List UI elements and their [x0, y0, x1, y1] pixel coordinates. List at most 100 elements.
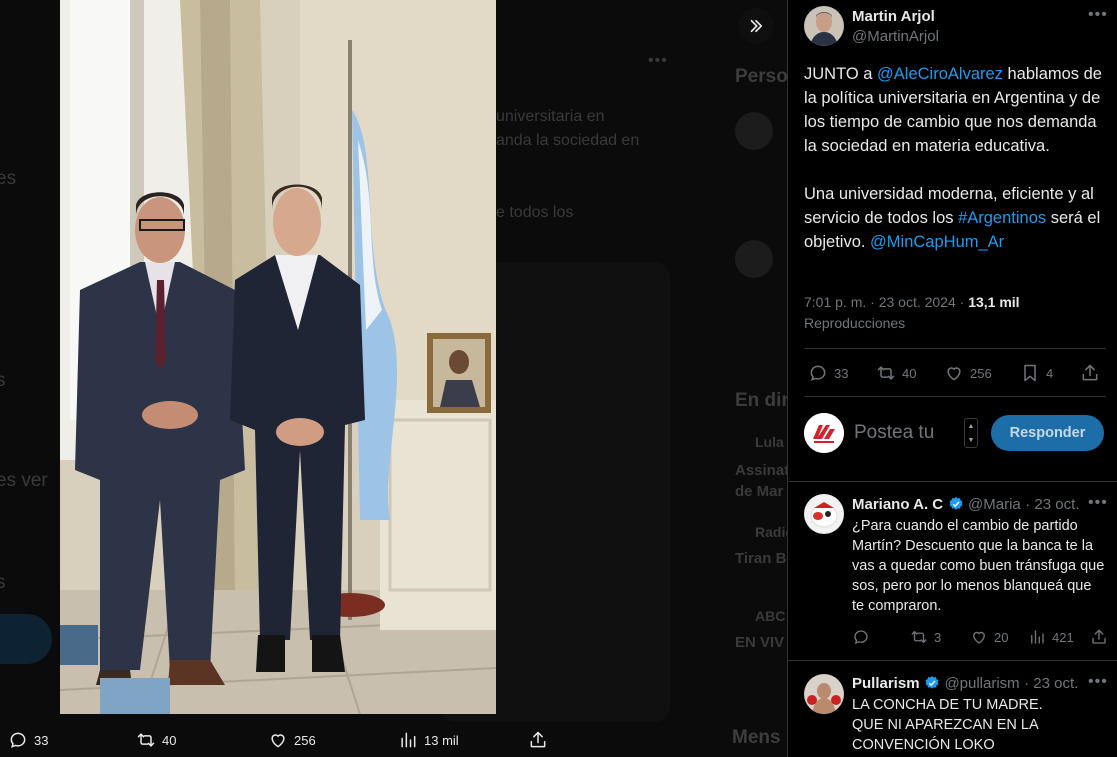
author-avatar[interactable] [804, 6, 844, 46]
reply-header: Mariano A. C @Maria · 23 oct. [852, 496, 1079, 514]
bg-avatar [735, 112, 773, 150]
bg-left-text: s [0, 370, 6, 391]
media-reply-count: 33 [34, 732, 49, 748]
author-name[interactable]: Martin Arjol [852, 8, 935, 25]
reply-text: LA CONCHA DE TU MADRE. QUE NI APAREZCAN … [852, 695, 1106, 755]
bg-snippet: universitaria en [496, 108, 605, 125]
reply-repost-count: 3 [934, 629, 942, 645]
bookmark-button[interactable]: 4 [1020, 363, 1053, 383]
media-reply-button[interactable]: 33 [8, 730, 48, 750]
reply-text: ¿Para cuando el cambio de partido Martín… [852, 518, 1105, 614]
reply-author-handle[interactable]: @Maria [968, 496, 1021, 513]
reply-avatar[interactable] [804, 494, 844, 534]
bg-snippet: anda la sociedad en [496, 132, 640, 149]
divider [788, 481, 1117, 482]
like-button[interactable]: 256 [944, 363, 992, 383]
media-views-count: 13 mil [424, 732, 459, 748]
user-avatar[interactable] [804, 413, 844, 453]
reply-button[interactable]: 33 [808, 363, 848, 383]
bg-messages: Mens [732, 727, 781, 748]
media-like-button[interactable]: 256 [268, 730, 316, 750]
author-handle[interactable]: @MartinArjol [852, 28, 939, 45]
bg-post-button [0, 614, 52, 664]
share-button[interactable] [1080, 363, 1100, 383]
share-icon [530, 731, 546, 748]
reply-date[interactable]: · 23 oct. [1024, 675, 1078, 692]
reply-more-icon[interactable]: ••• [1088, 673, 1108, 691]
share-icon [1082, 364, 1098, 381]
bg-avatar [735, 240, 773, 278]
bg-left-text: es ver [0, 470, 48, 491]
bg-left-text: s [0, 572, 6, 593]
views-count: 13,1 mil [968, 294, 1020, 310]
reply-share-button[interactable] [1090, 628, 1108, 646]
bg-snippet: e todos los [496, 204, 574, 221]
reply-avatar[interactable] [804, 674, 844, 714]
verified-badge-icon [949, 497, 962, 510]
reply-text-line: CONVENCIÓN LOKO [852, 737, 995, 753]
repost-icon [911, 631, 927, 643]
tweet-detail-panel: Martin Arjol @MartinArjol ••• JUNTO a @A… [787, 0, 1117, 757]
reply-date[interactable]: · 23 oct. [1025, 496, 1079, 513]
repost-count: 40 [902, 365, 917, 381]
more-options-icon[interactable]: ••• [1088, 6, 1108, 24]
bg-live-title: Assinat [735, 462, 787, 479]
bg-more-icon: ••• [648, 52, 668, 69]
bg-live-title: Tiran B [735, 550, 787, 567]
media-views-button[interactable]: 13 mil [398, 730, 459, 750]
expand-panel-button[interactable] [738, 8, 774, 44]
mention-link[interactable]: @AleCiroAlvarez [877, 65, 1003, 83]
reply-icon [10, 732, 26, 748]
media-repost-button[interactable]: 40 [136, 730, 176, 750]
views-label: Reproducciones [804, 315, 906, 331]
bg-live-source: Lula [755, 434, 784, 450]
media-action-bar: 33 40 256 13 mil [0, 720, 560, 757]
bg-heading: Perso [735, 66, 787, 87]
reply-icon [810, 365, 826, 381]
reply-count: 33 [834, 365, 849, 381]
media-like-count: 256 [294, 732, 316, 748]
reply-author-name[interactable]: Pullarism [852, 675, 920, 692]
reply-text-line: QUE NI APAREZCAN EN LA [852, 717, 1039, 733]
reply-reply-button[interactable] [852, 628, 870, 646]
reply-repost-button[interactable]: 3 [910, 628, 941, 646]
repost-icon [137, 733, 155, 747]
reply-like-button[interactable]: 20 [970, 628, 1008, 646]
tweet-body: JUNTO a @AleCiroAlvarez hablamos de la p… [804, 62, 1106, 254]
reply-more-icon[interactable]: ••• [1088, 494, 1108, 512]
bg-live-source: Radio [755, 524, 787, 540]
heart-icon [271, 734, 285, 748]
stepper-down-icon[interactable]: ▼ [968, 437, 975, 444]
divider [804, 348, 1106, 349]
bg-live-title: EN VIV [735, 634, 785, 651]
reply-author-handle[interactable]: @pullarism [944, 675, 1019, 692]
repost-button[interactable]: 40 [876, 363, 916, 383]
mention-link[interactable]: @MinCapHum_Ar [870, 233, 1004, 251]
repost-icon [877, 366, 895, 380]
reply-like-count: 20 [994, 629, 1009, 645]
divider [804, 396, 1106, 397]
stepper-up-icon[interactable]: ▲ [968, 423, 975, 430]
bookmark-count: 4 [1046, 365, 1054, 381]
tweet-timestamp[interactable]: 7:01 p. m. · 23 oct. 2024 · [804, 294, 968, 310]
bg-heading: En dir [735, 390, 787, 411]
tweet-photo[interactable] [60, 0, 496, 714]
reply-views-count: 421 [1052, 629, 1074, 645]
reply-submit-button[interactable]: Responder [991, 415, 1104, 451]
reply-header: Pullarism @pullarism · 23 oct. [852, 675, 1078, 693]
media-share-button[interactable] [528, 730, 548, 750]
input-stepper[interactable]: ▲ ▼ [964, 418, 978, 448]
reply-author-name[interactable]: Mariano A. C [852, 496, 943, 513]
tweet-text-part: JUNTO a [804, 65, 878, 83]
bg-live-source: ABC [755, 608, 786, 624]
reply-views-button[interactable]: 421 [1028, 628, 1074, 646]
reply-input[interactable]: Postea tu [854, 422, 934, 444]
share-icon [1092, 629, 1106, 644]
reply-icon [854, 630, 868, 645]
views-icon [1031, 630, 1044, 644]
chevrons-right-icon [750, 19, 763, 33]
bookmark-icon [1024, 364, 1036, 382]
hashtag-link[interactable]: #Argentinos [958, 209, 1046, 227]
divider [788, 660, 1117, 661]
verified-badge-icon [925, 676, 939, 689]
